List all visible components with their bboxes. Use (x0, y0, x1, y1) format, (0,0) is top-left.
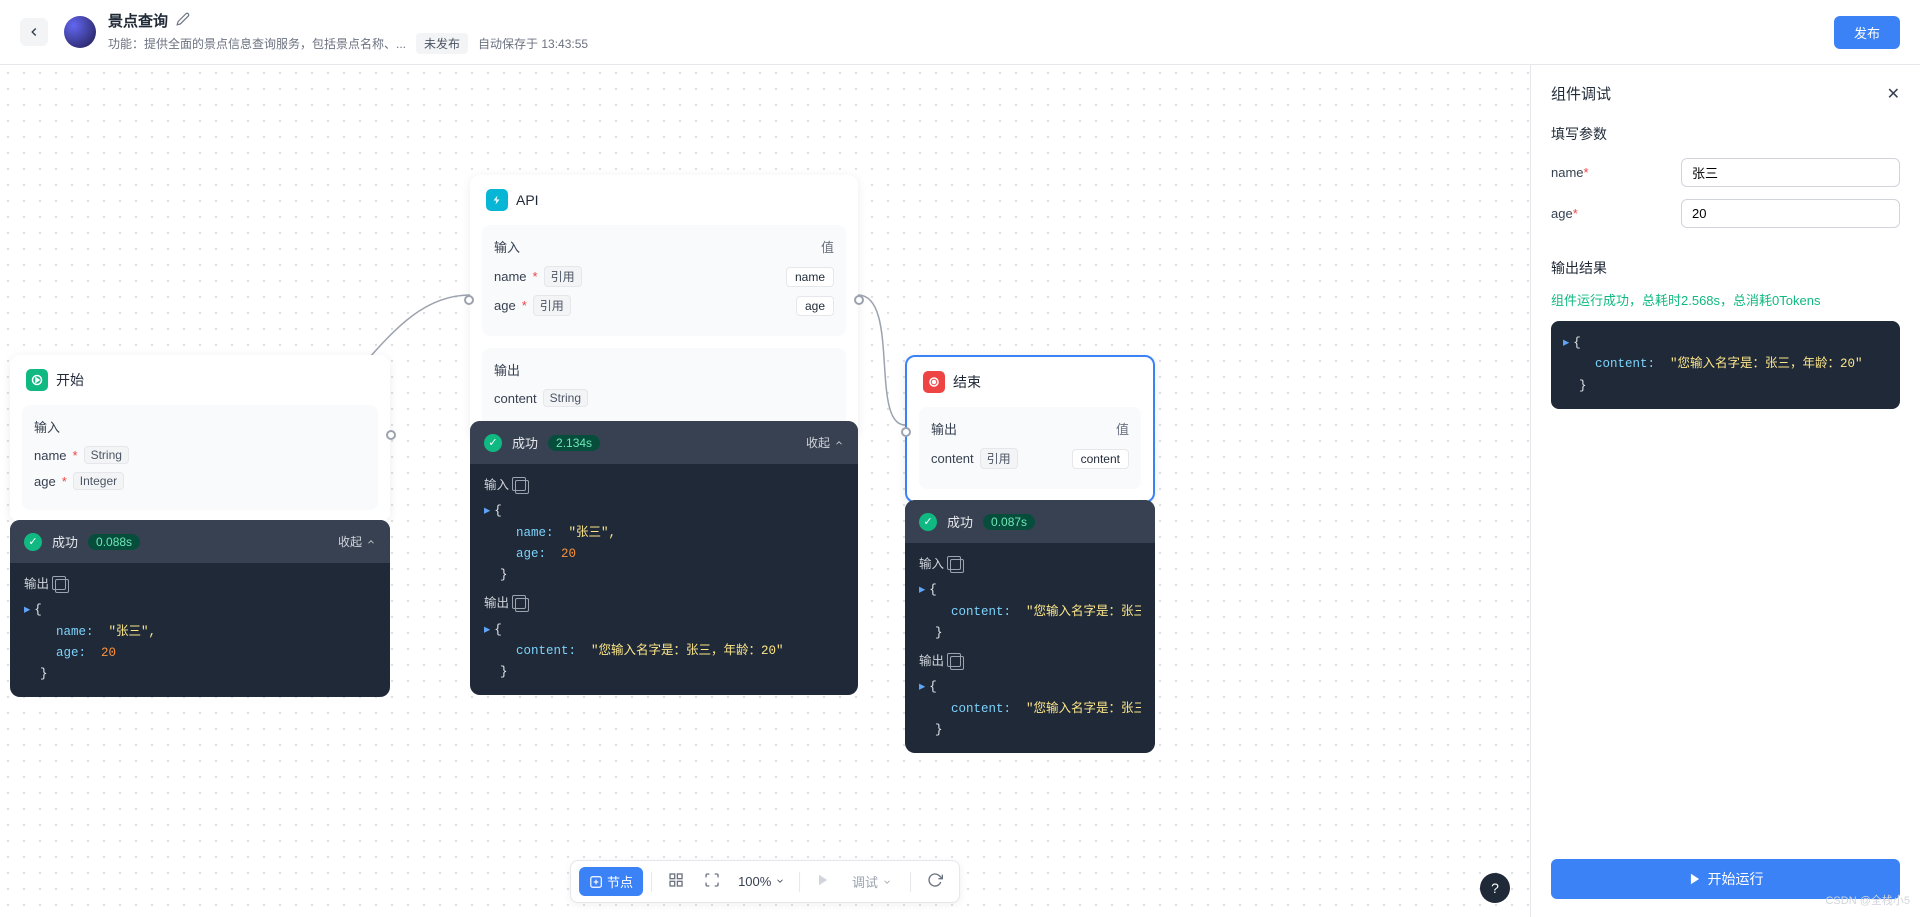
output-json: ▸{ content: "您输入名字是：张三，年龄：20" } (1551, 321, 1900, 409)
input-port[interactable] (464, 295, 474, 305)
param-row: name* String (34, 446, 366, 464)
page-title: 景点查询 (108, 10, 168, 31)
play-icon[interactable] (808, 868, 838, 895)
age-input[interactable] (1681, 199, 1900, 228)
param-row: age* 引用 age (494, 295, 834, 316)
start-icon (26, 369, 48, 391)
copy-icon[interactable] (515, 598, 529, 612)
add-node-button[interactable]: 节点 (579, 867, 643, 896)
node-api[interactable]: API 输入 值 name* 引用 name age* 引用 age 输出 con… (470, 175, 858, 439)
output-label: 输出 (24, 575, 49, 596)
node-title: 结束 (953, 372, 981, 392)
input-port[interactable] (901, 427, 911, 437)
param-row: name* 引用 name (494, 266, 834, 287)
param-row: content 引用 content (931, 448, 1129, 469)
copy-icon[interactable] (950, 656, 964, 670)
zoom-level[interactable]: 100% (732, 874, 791, 889)
section-value: 值 (1116, 419, 1129, 438)
output-section-title: 输出结果 (1551, 258, 1900, 278)
back-button[interactable] (20, 18, 48, 46)
section-output: 输出 (494, 360, 834, 379)
section-input: 输入 (34, 417, 366, 436)
status-text: 成功 (52, 532, 78, 551)
success-message: 组件运行成功，总耗时2.568s，总消耗0Tokens (1551, 290, 1900, 309)
status-text: 成功 (947, 512, 973, 531)
section-value: 值 (821, 237, 834, 256)
params-section-title: 填写参数 (1551, 124, 1900, 144)
field-label: age (1551, 206, 1573, 221)
status-tag: 未发布 (416, 33, 468, 54)
grid-icon[interactable] (660, 867, 692, 896)
node-title: 开始 (56, 370, 84, 390)
fit-view-icon[interactable] (696, 867, 728, 896)
node-start[interactable]: 开始 输入 name* String age* Integer (10, 355, 390, 522)
bottom-toolbar: 节点 100% 调试 (570, 860, 960, 903)
success-icon: ✓ (24, 533, 42, 551)
duration-badge: 0.088s (88, 534, 140, 550)
output-port[interactable] (386, 430, 396, 440)
copy-icon[interactable] (55, 579, 69, 593)
project-avatar (64, 16, 96, 48)
close-icon[interactable]: ✕ (1887, 84, 1900, 104)
copy-icon[interactable] (950, 559, 964, 573)
input-label: 输入 (484, 476, 509, 497)
param-row: age* Integer (34, 472, 366, 490)
app-header: 景点查询 功能：提供全面的景点信息查询服务，包括景点名称、... 未发布 自动保… (0, 0, 1920, 65)
node-end-result: ✓ 成功 0.087s 输入 ▸{ content: "您输入名字是：张三，年龄… (905, 500, 1155, 753)
status-text: 成功 (512, 433, 538, 452)
node-api-result: ✓ 成功 2.134s 收起 输入 ▸{ name: "张三", age: 20… (470, 421, 858, 695)
edit-title-icon[interactable] (176, 12, 190, 29)
watermark: CSDN @全栈小5 (1825, 892, 1910, 908)
duration-badge: 0.087s (983, 514, 1035, 530)
success-icon: ✓ (484, 434, 502, 452)
name-input[interactable] (1681, 158, 1900, 187)
help-button[interactable]: ? (1480, 873, 1510, 903)
node-title: API (516, 192, 539, 208)
workflow-canvas[interactable]: 开始 输入 name* String age* Integer ✓ 成功 0.0… (0, 65, 1530, 917)
success-icon: ✓ (919, 513, 937, 531)
output-label: 输出 (919, 652, 944, 673)
end-icon (923, 371, 945, 393)
collapse-button[interactable]: 收起 (806, 434, 844, 451)
field-label: name (1551, 165, 1584, 180)
section-input: 输入 (494, 237, 520, 256)
duration-badge: 2.134s (548, 435, 600, 451)
panel-title: 组件调试 (1551, 83, 1611, 104)
node-end[interactable]: 结束 输出 值 content 引用 content (905, 355, 1155, 503)
debug-panel: 组件调试 ✕ 填写参数 name* age* 输出结果 组件运行成功，总耗时2.… (1530, 65, 1920, 917)
page-subtitle: 功能：提供全面的景点信息查询服务，包括景点名称、... (108, 35, 406, 52)
debug-button[interactable]: 调试 (842, 867, 902, 896)
section-output: 输出 (931, 419, 957, 438)
autosave-text: 自动保存于 13:43:55 (478, 35, 588, 52)
output-label: 输出 (484, 594, 509, 615)
api-icon (486, 189, 508, 211)
copy-icon[interactable] (515, 480, 529, 494)
redo-icon[interactable] (919, 867, 951, 896)
output-port[interactable] (854, 295, 864, 305)
input-label: 输入 (919, 555, 944, 576)
node-start-result: ✓ 成功 0.088s 收起 输出 ▸{ name: "张三", age: 20… (10, 520, 390, 697)
publish-button[interactable]: 发布 (1834, 16, 1900, 49)
collapse-button[interactable]: 收起 (338, 533, 376, 550)
param-row: content String (494, 389, 834, 407)
